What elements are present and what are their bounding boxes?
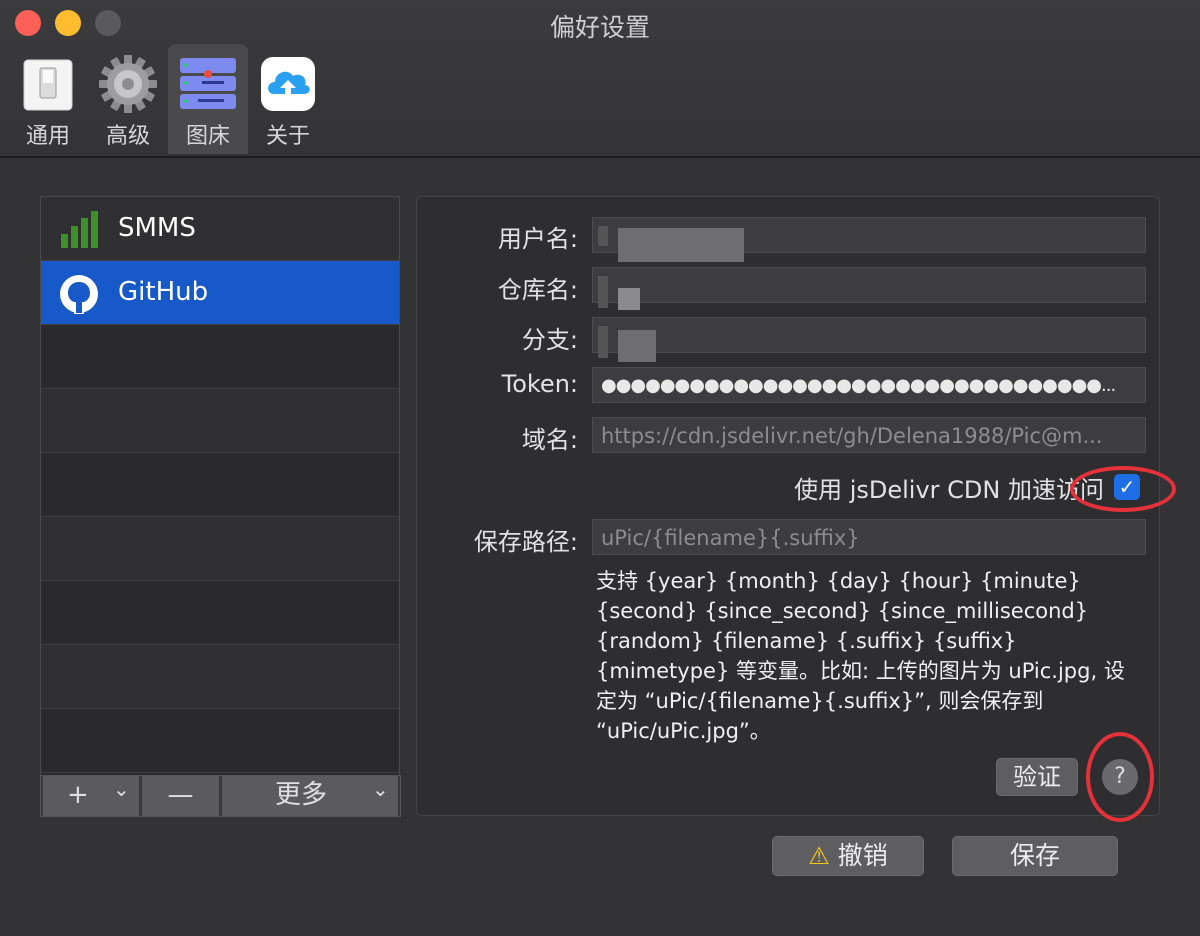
repo-field[interactable] <box>592 267 1146 303</box>
toolbar-advanced[interactable]: 高级 <box>88 44 168 154</box>
save-path-label: 保存路径: <box>473 528 578 556</box>
redacted-branch <box>618 330 656 362</box>
list-empty-row <box>41 453 399 517</box>
host-item-github[interactable]: GitHub <box>41 261 399 325</box>
cancel-button[interactable]: ⚠ 撤销 <box>772 836 924 876</box>
switch-icon <box>23 59 73 111</box>
redacted-username <box>618 228 744 262</box>
github-icon <box>60 275 98 314</box>
more-menu-button[interactable]: 更多 ⌄ <box>222 776 398 816</box>
signal-bars-icon <box>61 211 98 248</box>
toolbar-general-label: 通用 <box>25 124 70 149</box>
chevron-down-icon: ⌄ <box>113 777 130 801</box>
annotation-circle <box>1086 732 1154 822</box>
cancel-label: 撤销 <box>837 841 888 870</box>
annotation-circle <box>1070 466 1176 512</box>
toolbar-hosts-label: 图床 <box>185 124 230 149</box>
list-empty-row <box>41 389 399 453</box>
redacted-branch <box>598 326 608 358</box>
add-host-button[interactable]: + ⌄ <box>43 776 139 816</box>
host-item-smms[interactable]: SMMS <box>41 197 399 261</box>
titlebar: 偏好设置 通用 高级 图床 关于 <box>0 0 1200 158</box>
host-list-footer: + ⌄ — 更多 ⌄ <box>40 775 401 817</box>
redacted-username <box>598 226 608 246</box>
toolbar-about[interactable]: 关于 <box>248 44 328 154</box>
save-path-help-text: 支持 {year} {month} {day} {hour} {minute} … <box>596 569 1125 743</box>
token-label: Token: <box>501 370 578 398</box>
preferences-window: 偏好设置 通用 高级 图床 关于 SMMS GitHub + ⌄ — 更多 ⌄ … <box>0 0 1200 936</box>
branch-field[interactable] <box>592 317 1146 353</box>
list-empty-row <box>41 709 399 773</box>
server-icon <box>180 58 236 109</box>
plus-icon: + <box>67 780 89 810</box>
cdn-label: 使用 jsDelivr CDN 加速访问 <box>794 476 1104 504</box>
more-label: 更多 <box>275 780 328 810</box>
verify-button[interactable]: 验证 <box>996 758 1078 796</box>
toolbar-about-label: 关于 <box>265 124 310 149</box>
domain-field[interactable]: https://cdn.jsdelivr.net/gh/Delena1988/P… <box>592 417 1146 453</box>
list-empty-row <box>41 581 399 645</box>
host-list: SMMS GitHub <box>40 196 400 776</box>
token-field[interactable]: ●●●●●●●●●●●●●●●●●●●●●●●●●●●●●●●●●●... <box>592 367 1146 403</box>
repo-label: 仓库名: <box>497 276 578 304</box>
save-path-field[interactable]: uPic/{filename}{.suffix} <box>592 519 1146 555</box>
redacted-repo <box>618 288 640 310</box>
list-empty-row <box>41 517 399 581</box>
gear-icon <box>99 55 157 113</box>
list-empty-row <box>41 645 399 709</box>
list-empty-row <box>41 325 399 389</box>
save-button[interactable]: 保存 <box>952 836 1118 876</box>
chevron-down-icon: ⌄ <box>372 777 389 801</box>
toolbar-general[interactable]: 通用 <box>8 44 88 154</box>
redacted-repo <box>598 276 608 308</box>
host-item-label: GitHub <box>118 277 209 307</box>
branch-label: 分支: <box>521 326 578 354</box>
toolbar-advanced-label: 高级 <box>105 124 150 149</box>
toolbar-hosts[interactable]: 图床 <box>168 44 248 154</box>
username-label: 用户名: <box>497 225 578 253</box>
window-title: 偏好设置 <box>549 13 650 42</box>
host-item-label: SMMS <box>118 213 196 243</box>
remove-host-button[interactable]: — <box>142 776 219 816</box>
domain-label: 域名: <box>521 426 578 454</box>
upic-cloud-icon <box>261 57 315 111</box>
warning-icon: ⚠ <box>808 842 830 870</box>
